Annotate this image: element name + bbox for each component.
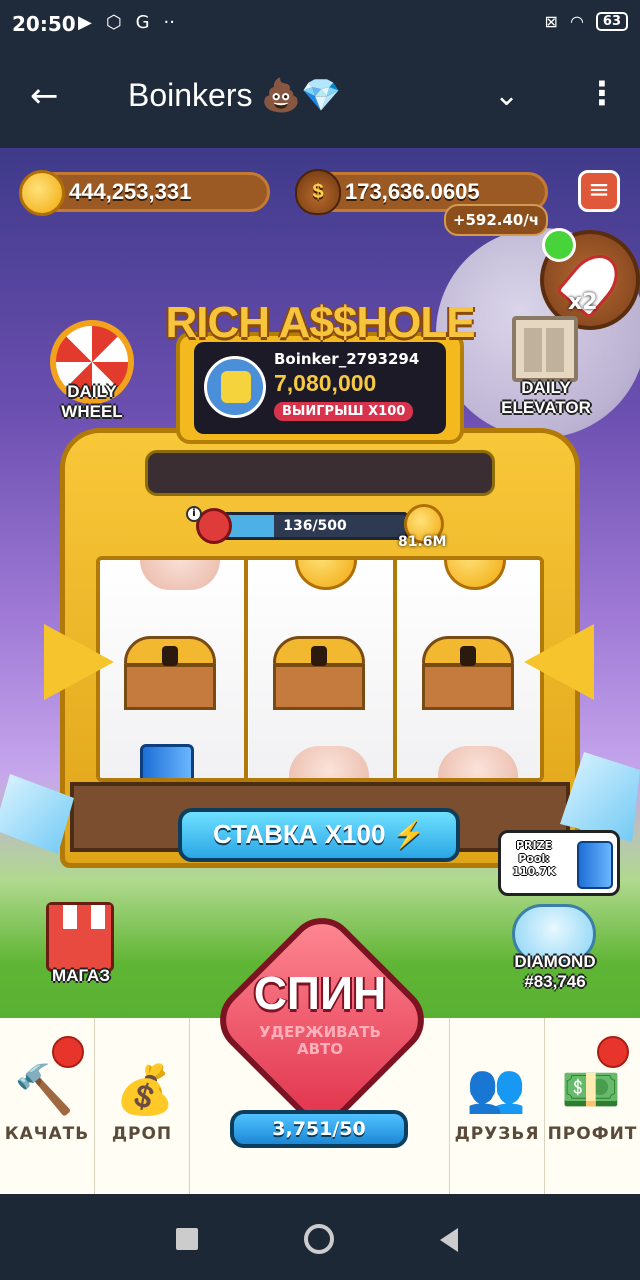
app-bar: ← Boinkers 💩💎 ⌄ ⋮ — [0, 48, 640, 148]
bet-increase-arrow-icon[interactable] — [524, 624, 594, 700]
gold-coin-icon — [295, 560, 357, 590]
winner-panel: Boinker_2793294 7,080,000 ВЫИГРЫШ X100 — [194, 342, 446, 434]
bet-decrease-arrow-icon[interactable] — [44, 624, 114, 700]
status-time: 20:50 — [12, 12, 76, 36]
menu-button[interactable]: ≡ — [578, 170, 620, 212]
nav-friends[interactable]: 👥 ДРУЗЬЯ — [450, 1018, 545, 1194]
battery-icon: 63 — [595, 12, 628, 31]
recents-icon[interactable] — [176, 1228, 198, 1250]
status-icons-left: ▶ ⬡ G ·· — [78, 12, 175, 33]
friends-icon: 👥 — [466, 1060, 526, 1116]
prize-pool-bubble[interactable]: PRIZE Pool: 110.7K — [498, 830, 620, 896]
butt-icon — [438, 746, 518, 778]
money-icon: 💵 — [561, 1062, 621, 1118]
avatar — [204, 356, 266, 418]
notification-dot — [597, 1036, 629, 1068]
dots-icon: ·· — [163, 12, 175, 33]
more-vert-icon[interactable]: ⋮ — [586, 74, 618, 112]
chevron-down-icon[interactable]: ⌄ — [494, 78, 519, 113]
energy-can-icon — [140, 744, 194, 778]
info-icon[interactable]: i — [186, 506, 202, 522]
butt-icon — [140, 560, 220, 590]
bet-multiplier-button[interactable]: СТАВКА X100 ⚡ — [178, 808, 460, 862]
prize-amount: 81.6M — [398, 534, 447, 550]
back-icon[interactable] — [440, 1228, 458, 1252]
wifi-icon: ◠ — [569, 12, 584, 31]
system-nav-bar — [0, 1194, 640, 1280]
nav-profit-label: ПРОФИТ — [547, 1124, 638, 1144]
g-icon: G — [135, 12, 150, 33]
status-icons-right: ⊠ ◠ 63 — [545, 12, 628, 31]
daily-elevator-label[interactable]: DAILY ELEVATOR — [496, 378, 596, 418]
jackpot-progress: 136/500 — [222, 512, 408, 540]
gold-coin-icon — [444, 560, 506, 590]
coin-balance-value: 444,253,331 — [69, 179, 192, 204]
reel-2 — [249, 560, 397, 778]
status-dot — [542, 228, 576, 262]
mi-icon: ⬡ — [105, 12, 122, 33]
income-rate: +592.40/ч — [444, 204, 548, 236]
sim-icon: ⊠ — [544, 12, 558, 31]
spins-count: 3,751/50 — [230, 1110, 408, 1148]
spin-hint-main: УДЕРЖИВАТЬ АВТО — [259, 1023, 381, 1058]
poop-balance-value: 173,636.0605 — [345, 179, 480, 204]
spin-label-main[interactable]: СПИН — [220, 966, 420, 1020]
coin-balance: 444,253,331 — [19, 170, 270, 216]
nav-profit[interactable]: 💵 ПРОФИТ — [545, 1018, 640, 1194]
progress-text: 136/500 — [283, 518, 347, 534]
nav-drop-label: ДРОП — [111, 1124, 173, 1144]
poop-dollar-icon: $ — [295, 169, 341, 215]
shop-label[interactable]: МАГАЗ — [36, 966, 126, 986]
energy-can-icon — [577, 841, 613, 889]
coin-icon — [19, 170, 65, 216]
shop-icon[interactable] — [46, 902, 114, 972]
elevator-icon[interactable] — [512, 316, 578, 382]
prize-pool-text: PRIZE Pool: 110.7K — [512, 839, 556, 878]
bag-icon: 💰 — [115, 1062, 175, 1118]
arrow-left-icon[interactable]: ← — [30, 76, 59, 116]
winner-badge: ВЫИГРЫШ X100 — [274, 402, 414, 421]
reel-3 — [398, 560, 540, 778]
notification-dot — [52, 1036, 84, 1068]
butt-icon — [289, 746, 369, 778]
machine-display — [145, 450, 495, 496]
diamond-label[interactable]: DIAMOND #83,746 — [500, 952, 610, 992]
treasure-chest-icon — [273, 636, 365, 710]
youtube-icon: ▶ — [78, 12, 92, 33]
nav-upgrade-label: КАЧАТЬ — [4, 1124, 90, 1144]
nav-drop[interactable]: 💰 ДРОП — [95, 1018, 190, 1194]
home-icon[interactable] — [304, 1224, 334, 1254]
treasure-chest-icon — [124, 636, 216, 710]
reel-1 — [100, 560, 248, 778]
treasure-chest-icon — [422, 636, 514, 710]
status-bar: 20:50 ▶ ⬡ G ·· ⊠ ◠ 63 — [0, 0, 640, 48]
nav-friends-label: ДРУЗЬЯ — [454, 1124, 540, 1144]
rocket-multiplier: x2 — [568, 290, 598, 315]
daily-wheel-label[interactable]: DAILY WHEEL — [40, 382, 144, 422]
hamburger-icon: ≡ — [588, 175, 610, 205]
hammer-icon: 🔨 — [14, 1062, 74, 1118]
slot-reels — [96, 556, 544, 782]
game-logo: RICH A$$HOLE — [165, 298, 475, 347]
nav-upgrade[interactable]: 🔨 КАЧАТЬ — [0, 1018, 95, 1194]
winner-amount: 7,080,000 — [274, 370, 377, 396]
winner-name: Boinker_2793294 — [274, 350, 420, 368]
app-title: Boinkers 💩💎 — [128, 77, 342, 113]
